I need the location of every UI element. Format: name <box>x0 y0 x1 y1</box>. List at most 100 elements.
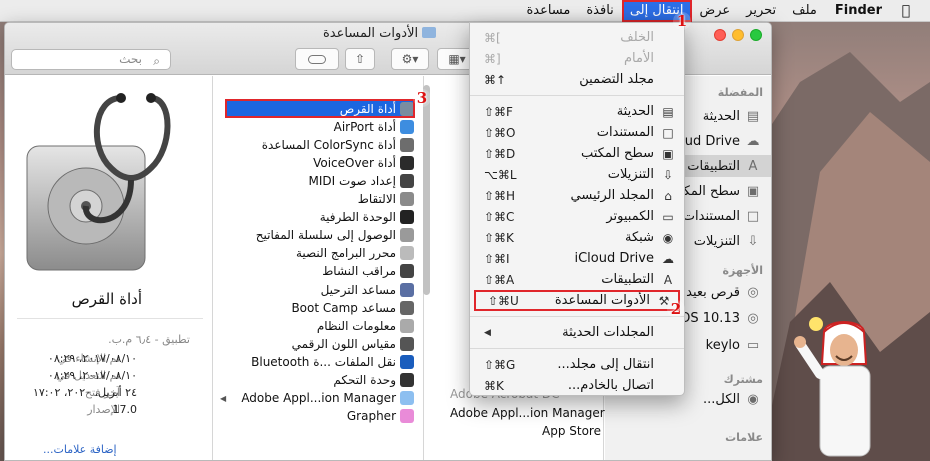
desktop-icon: ▣ <box>746 183 760 199</box>
menu-window[interactable]: نافذة <box>578 0 621 22</box>
menu-separator <box>470 316 684 317</box>
go-menu-item[interactable]: المجلدات الحديثة ◀ <box>470 322 684 343</box>
go-menu-item[interactable]: ▭ الكمبيوتر ⇧⌘C <box>470 206 684 227</box>
utility-row[interactable]: أداة القرص <box>225 99 415 118</box>
list-item[interactable]: App Store <box>542 424 601 438</box>
sidebar-item-downloads[interactable]: ⇩ التنزيلات <box>694 230 761 252</box>
sidebar-shared-header: مشترك <box>723 373 763 386</box>
list-item[interactable]: Adobe Appl...ion Manager <box>450 406 605 420</box>
go-menu-item[interactable]: ▣ سطح المكتب ⇧⌘D <box>470 143 684 164</box>
utility-row[interactable]: Adobe Appl...ion Manager ◀ <box>220 390 414 407</box>
preview-divider <box>17 318 203 319</box>
sidebar-item-keylo[interactable]: ▭ keylo <box>706 334 761 356</box>
app-icon <box>400 192 414 206</box>
sidebar-item-label: التنزيلات <box>693 233 740 249</box>
minimize-button[interactable] <box>732 29 744 41</box>
documents-icon: □ <box>662 125 674 140</box>
folder-icon <box>422 27 437 38</box>
utility-row-label: الوحدة الطرفية <box>319 210 396 225</box>
sidebar-item-label: التطبيقات <box>687 158 740 174</box>
go-menu-item-label: شبكة <box>625 230 654 245</box>
search-input[interactable]: ⌕ بحث <box>11 49 171 70</box>
utility-row[interactable]: أداة ColorSync المساعدة <box>226 136 414 153</box>
utility-row-label: إعداد صوت MIDI <box>308 173 396 188</box>
search-placeholder: بحث <box>119 52 142 66</box>
utility-row-label: أداة القرص <box>339 101 396 116</box>
go-menu-item[interactable]: □ المستندات ⇧⌘O <box>470 122 684 143</box>
utility-row[interactable]: الالتقاط <box>226 191 414 208</box>
utility-row[interactable]: نقل الملفات ...ة Bluetooth <box>226 353 414 370</box>
go-menu-item[interactable]: ⇩ التنزيلات ⌥⌘L <box>470 164 684 185</box>
app-icon <box>400 409 414 424</box>
go-menu-item-shortcut: ⌘K <box>484 378 504 393</box>
preview-version-value: 17.0 <box>112 403 138 416</box>
utility-row[interactable]: معلومات النظام <box>226 317 414 334</box>
go-menu-item[interactable]: ▤ الحديثة ⇧⌘F <box>470 101 684 122</box>
menu-help[interactable]: مساعدة <box>518 0 578 22</box>
utility-row[interactable]: مراقب النشاط <box>226 263 414 280</box>
utility-row[interactable]: أداة AirPort <box>226 118 414 135</box>
utility-row[interactable]: مساعد الترحيل <box>226 281 414 298</box>
apple-menu-icon[interactable]:  <box>892 3 920 19</box>
go-menu-item[interactable]: ⚒ الأدوات المساعدة ⇧⌘U <box>474 290 680 311</box>
sidebar-item-all-shared[interactable]: ◉ الكل... <box>703 388 761 410</box>
menu-view[interactable]: عرض <box>692 0 739 22</box>
zoom-button[interactable] <box>750 29 762 41</box>
go-menu-item[interactable]: ☁ iCloud Drive ⇧⌘I <box>470 248 684 269</box>
utility-row[interactable]: محرر البرامج النصية <box>226 245 414 262</box>
utility-row-label: أداة VoiceOver <box>313 155 396 170</box>
go-menu-item-label: iCloud Drive <box>574 251 654 266</box>
menu-separator <box>470 348 684 349</box>
preview-kind: تطبيق - ٦٫٤ م.ب. <box>108 333 190 346</box>
utility-row[interactable]: مساعد Boot Camp <box>226 299 414 316</box>
documents-icon: □ <box>746 208 760 224</box>
go-menu-item[interactable]: انتقال إلى مجلد... ⇧⌘G <box>470 354 684 375</box>
utility-row[interactable]: الوحدة الطرفية <box>226 209 414 226</box>
close-button[interactable] <box>714 29 726 41</box>
go-menu-item-shortcut: ⇧⌘F <box>484 104 513 119</box>
tags-button[interactable] <box>295 48 339 70</box>
sidebar-favorites-header: المفضلة <box>717 86 763 99</box>
go-menu-item[interactable]: ◉ شبكة ⇧⌘K <box>470 227 684 248</box>
column-scrollbar[interactable] <box>423 85 430 295</box>
drive-icon: ▭ <box>746 337 760 353</box>
applications-icon: A <box>663 272 673 287</box>
menu-file[interactable]: ملف <box>784 0 825 22</box>
menu-edit[interactable]: تحرير <box>738 0 784 22</box>
utility-row[interactable]: أداة VoiceOver <box>226 154 414 171</box>
sidebar-item-recents[interactable]: ▤ الحديثة <box>703 105 761 127</box>
action-menu-button[interactable]: ⚙▾ <box>391 48 429 70</box>
utility-row-label: مساعد الترحيل <box>320 282 396 297</box>
go-menu-item[interactable]: A التطبيقات ⇧⌘A <box>470 269 684 290</box>
utilities-column: أداة القرص أداة AirPort أداة ColorSync الم… <box>214 76 424 460</box>
go-menu-item-label: المجلدات الحديثة <box>562 325 654 340</box>
go-menu-item-shortcut: ⇧⌘I <box>484 251 510 266</box>
sidebar-item-remote-disc[interactable]: ◎ قرص بعيد <box>686 281 761 303</box>
go-menu-item[interactable]: اتصال بالخادم... ⌘K <box>470 375 684 396</box>
utility-row[interactable]: الوصول إلى سلسلة المفاتيح <box>226 227 414 244</box>
app-icon <box>400 228 414 243</box>
utility-row[interactable]: Grapher <box>226 408 414 425</box>
utility-row[interactable]: وحدة التحكم <box>226 372 414 389</box>
menu-app-name[interactable]: Finder <box>825 3 892 18</box>
utility-row[interactable]: إعداد صوت MIDI <box>226 172 414 189</box>
preview-app-name: أداة القرص <box>71 290 142 308</box>
utility-row-label: Grapher <box>346 409 396 424</box>
go-menu-item-shortcut: ⇧⌘U <box>488 293 519 308</box>
utility-row-label: وحدة التحكم <box>333 373 396 387</box>
share-button[interactable]: ⇧ <box>345 48 375 70</box>
network-icon: ◉ <box>662 230 674 245</box>
utility-row[interactable]: مقياس اللون الرقمي <box>226 335 414 352</box>
sidebar-item-documents[interactable]: □ المستندات <box>683 205 761 227</box>
recents-icon: ▤ <box>746 108 760 124</box>
go-menu-dropdown: الخلف ⌘[الأمام ⌘] مجلد التضمين ⌘↑ ▤ الحديثة ⇧⌘F… <box>469 22 685 396</box>
go-menu-item-shortcut: ⇧⌘G <box>484 357 516 372</box>
utility-row-label: مقياس اللون الرقمي <box>291 336 396 351</box>
go-menu-item-shortcut: ⌘↑ <box>484 72 507 87</box>
go-menu-item-label: مجلد التضمين <box>579 72 654 87</box>
add-tags-link[interactable]: إضافة علامات... <box>43 443 117 456</box>
go-menu-item[interactable]: مجلد التضمين ⌘↑ <box>470 69 684 90</box>
utility-row-label: محرر البرامج النصية <box>295 246 396 261</box>
go-menu-item[interactable]: ⌂ المجلد الرئيسي ⇧⌘H <box>470 185 684 206</box>
annotation-badge-2: 2 <box>667 300 685 318</box>
